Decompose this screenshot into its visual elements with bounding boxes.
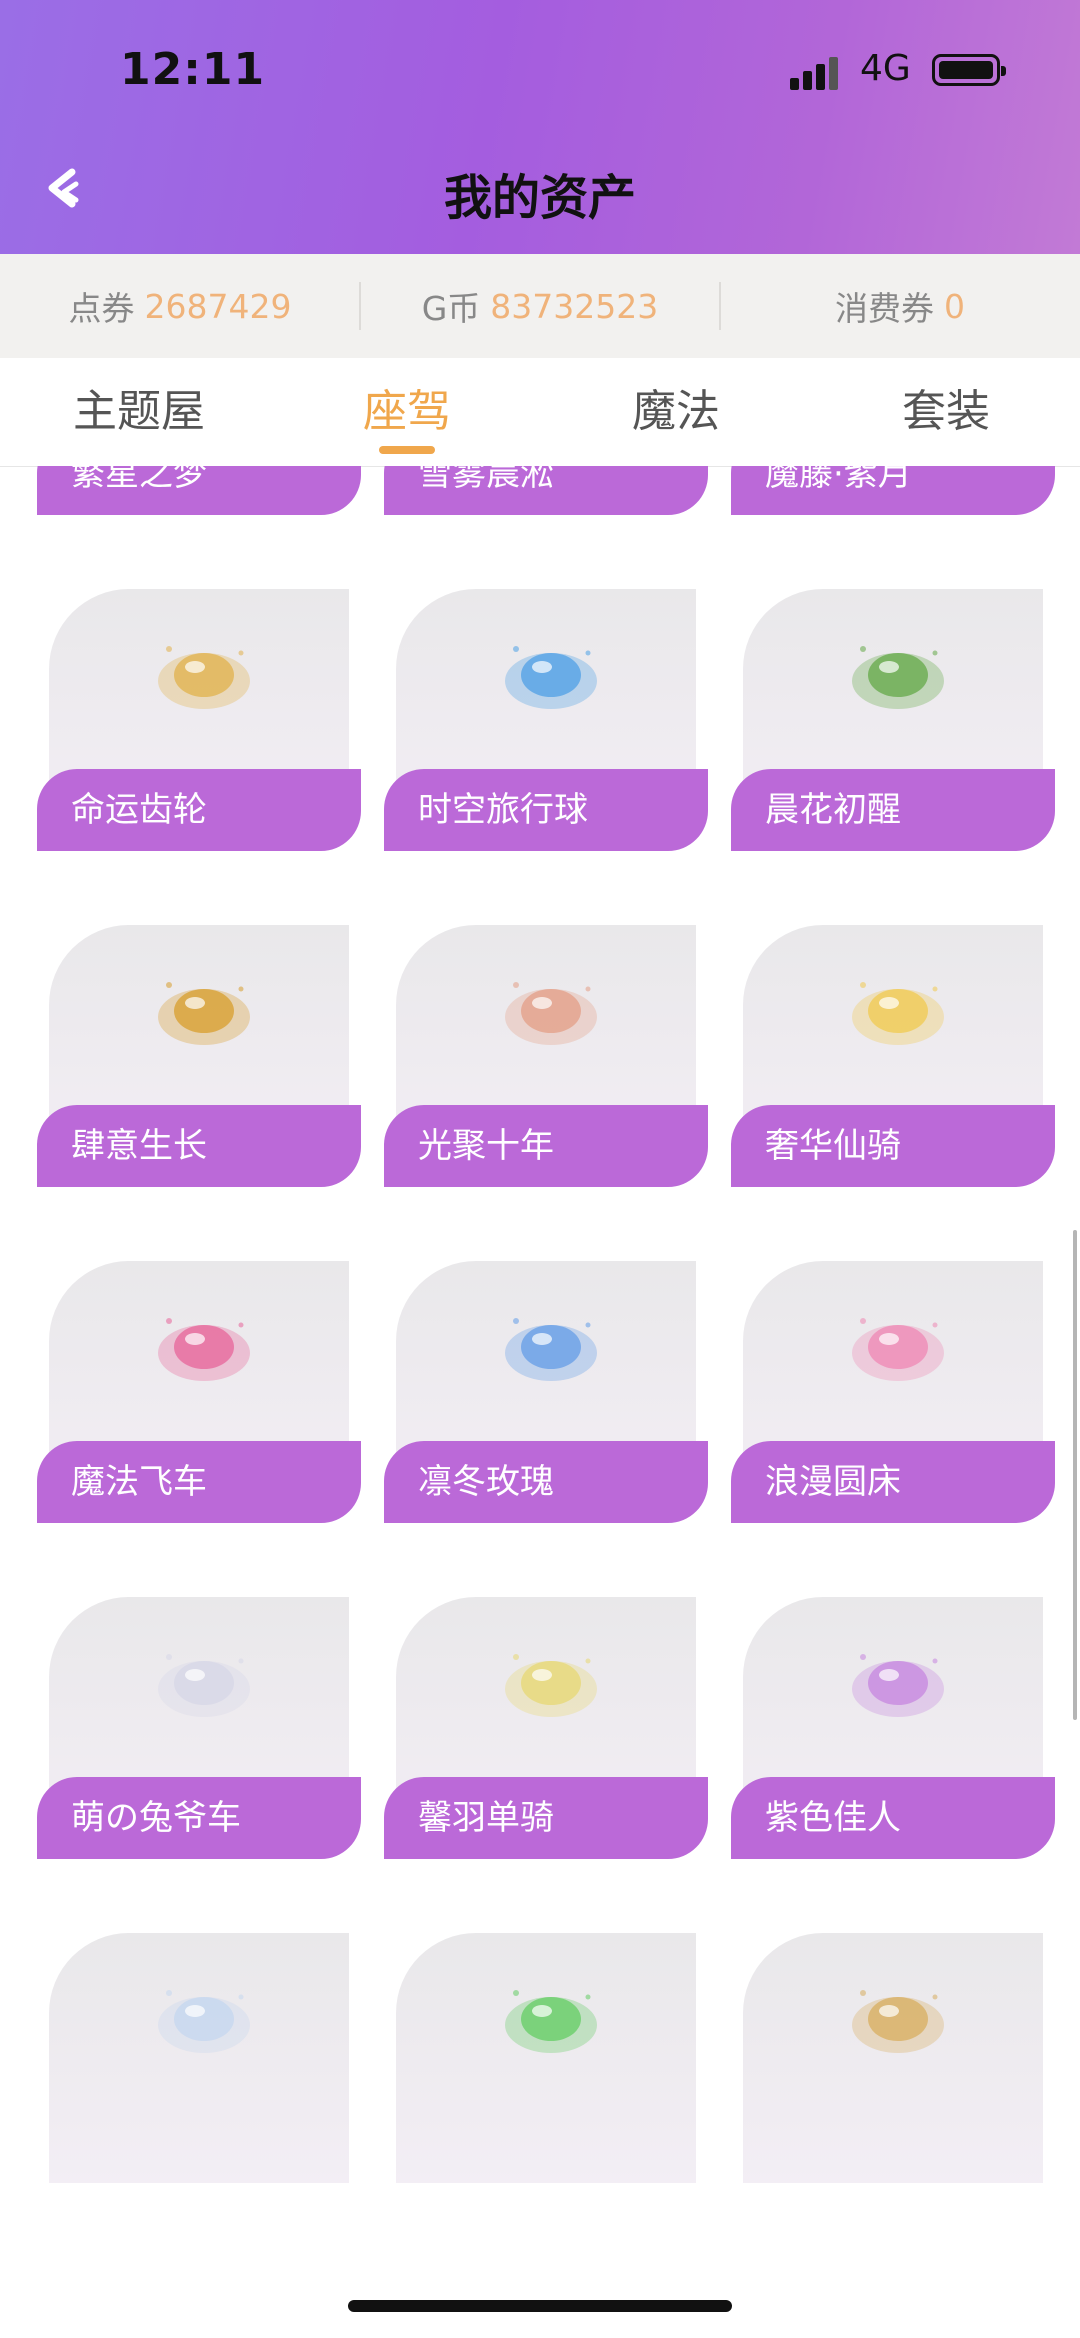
mount-card[interactable]: 肆意生长 bbox=[37, 925, 361, 1249]
mount-card[interactable]: 魔藤·紫月 bbox=[731, 466, 1055, 577]
card-name: 浪漫圆床 bbox=[765, 1462, 901, 1502]
active-tab-indicator bbox=[379, 446, 435, 454]
pink-round-bed-icon bbox=[843, 1301, 953, 1391]
card-name: 时空旅行球 bbox=[418, 790, 588, 830]
network-type: 4G bbox=[860, 48, 911, 89]
mount-grid: 繁星之梦 雪雾晨淞 魔藤·紫月命运齿轮 时空旅行球 晨花初醒肆意生长 光聚十年 奢华仙骑魔法… bbox=[0, 466, 1080, 2240]
bunny-car-icon bbox=[149, 1637, 259, 1727]
asset-voucher: 消费券 0 bbox=[720, 254, 1080, 358]
category-tabs: 主题屋 座驾 魔法 套装 bbox=[0, 358, 1080, 467]
tab-theme-house[interactable]: 主题屋 bbox=[39, 358, 239, 466]
mount-card[interactable]: 奢华仙骑 bbox=[731, 925, 1055, 1249]
asset-label: 点券 bbox=[68, 289, 135, 328]
asset-value: 0 bbox=[944, 286, 965, 326]
mount-card[interactable] bbox=[731, 1933, 1055, 2240]
asset-gcoin: G币 83732523 bbox=[360, 254, 720, 358]
mount-card[interactable] bbox=[37, 1933, 361, 2240]
purple-lady-icon bbox=[843, 1637, 953, 1727]
golden-gear-icon bbox=[149, 629, 259, 719]
crystal-bathtub-icon bbox=[149, 1973, 259, 2063]
mount-card[interactable]: 繁星之梦 bbox=[37, 466, 361, 577]
tab-magic[interactable]: 魔法 bbox=[576, 358, 776, 466]
tab-outfit[interactable]: 套装 bbox=[846, 358, 1046, 466]
mount-card[interactable]: 时空旅行球 bbox=[384, 589, 708, 913]
mount-card[interactable]: 馨羽单骑 bbox=[384, 1597, 708, 1921]
mount-card[interactable]: 命运齿轮 bbox=[37, 589, 361, 913]
golden-carriage-icon bbox=[843, 965, 953, 1055]
green-garden-icon bbox=[843, 629, 953, 719]
pink-flying-car-icon bbox=[149, 1301, 259, 1391]
page-title: 我的资产 bbox=[443, 170, 636, 226]
card-name: 命运齿轮 bbox=[71, 790, 207, 830]
asset-label: G币 bbox=[421, 289, 481, 328]
card-name: 魔法飞车 bbox=[71, 1462, 207, 1502]
card-name: 凛冬玫瑰 bbox=[418, 1462, 554, 1502]
ice-rose-globe-icon bbox=[496, 1301, 606, 1391]
golden-leaf-icon bbox=[149, 965, 259, 1055]
card-name: 繁星之梦 bbox=[71, 466, 207, 494]
scrollbar[interactable] bbox=[1073, 1230, 1077, 1720]
asset-value: 2687429 bbox=[144, 286, 292, 326]
mount-card[interactable]: 光聚十年 bbox=[384, 925, 708, 1249]
asset-balance-bar: 点券 2687429 G币 83732523 消费券 0 bbox=[0, 254, 1080, 358]
card-name: 光聚十年 bbox=[418, 1126, 554, 1166]
card-name: 馨羽单骑 bbox=[418, 1798, 554, 1838]
mount-card[interactable]: 凛冬玫瑰 bbox=[384, 1261, 708, 1585]
app-header: 12:11 4G 我的资产 bbox=[0, 0, 1080, 254]
sparkle-boat-icon bbox=[496, 965, 606, 1055]
card-name: 晨花初醒 bbox=[765, 790, 901, 830]
mount-card[interactable] bbox=[384, 1933, 708, 2240]
frog-aquarium-icon bbox=[496, 1973, 606, 2063]
asset-value: 83732523 bbox=[490, 286, 659, 326]
mount-card[interactable]: 紫色佳人 bbox=[731, 1597, 1055, 1921]
mount-card[interactable]: 雪雾晨淞 bbox=[384, 466, 708, 577]
battery-icon bbox=[932, 54, 1006, 86]
status-time: 12:11 bbox=[120, 44, 266, 95]
card-name: 魔藤·紫月 bbox=[765, 466, 912, 494]
card-name: 紫色佳人 bbox=[765, 1798, 901, 1838]
signal-icon bbox=[790, 56, 840, 90]
home-indicator[interactable] bbox=[348, 2300, 732, 2312]
mount-card[interactable]: 浪漫圆床 bbox=[731, 1261, 1055, 1585]
card-name: 肆意生长 bbox=[71, 1126, 207, 1166]
asset-dianquan: 点券 2687429 bbox=[0, 254, 360, 358]
card-name: 雪雾晨淞 bbox=[418, 466, 554, 494]
mount-card[interactable]: 萌の兔爷车 bbox=[37, 1597, 361, 1921]
card-name: 奢华仙骑 bbox=[765, 1126, 901, 1166]
mount-card[interactable]: 魔法飞车 bbox=[37, 1261, 361, 1585]
card-name: 萌の兔爷车 bbox=[71, 1798, 241, 1838]
star-carriage-icon bbox=[843, 1973, 953, 2063]
mount-card[interactable]: 晨花初醒 bbox=[731, 589, 1055, 913]
asset-label: 消费券 bbox=[835, 289, 934, 328]
feather-bicycle-icon bbox=[496, 1637, 606, 1727]
blue-capsule-icon bbox=[496, 629, 606, 719]
